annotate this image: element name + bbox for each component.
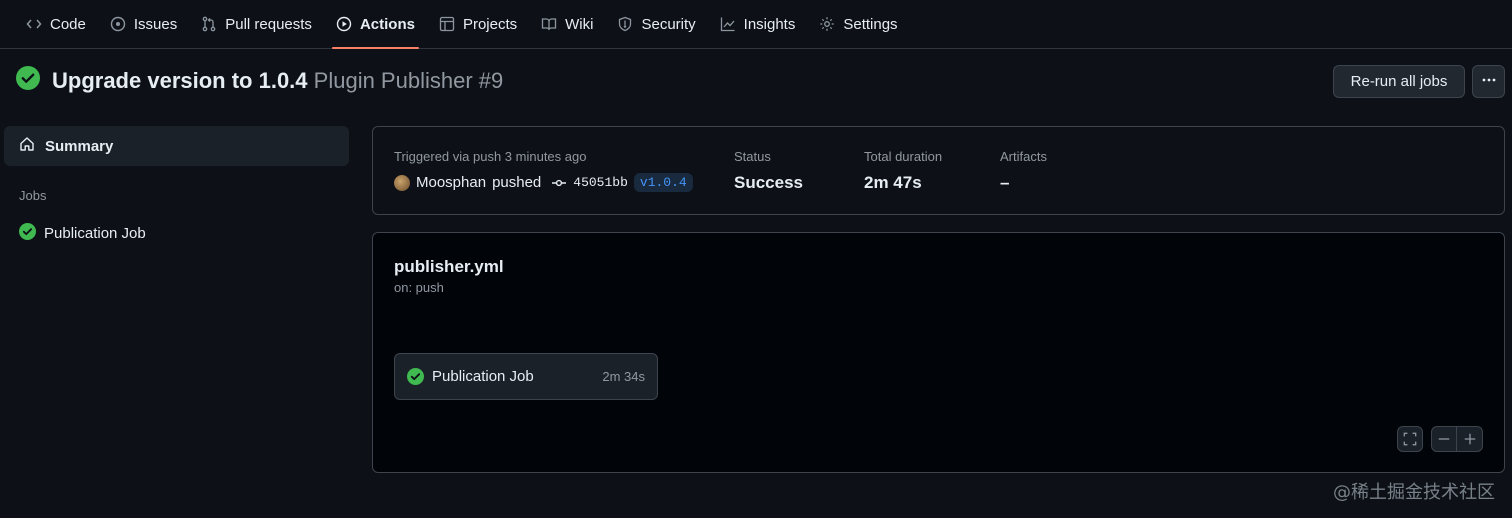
tab-label: Settings [843,15,898,33]
commit-sha-link[interactable]: 45051bb [573,175,628,190]
tab-actions[interactable]: Actions [324,0,427,49]
plus-icon [1463,432,1477,446]
graph-icon [720,16,736,32]
tab-security[interactable]: Security [605,0,707,48]
table-icon [439,16,455,32]
shield-icon [617,16,633,32]
run-workflow-name: Plugin Publisher #9 [313,67,504,93]
tag-badge[interactable]: v1.0.4 [633,173,693,192]
book-icon [541,16,557,32]
tab-label: Projects [462,15,518,33]
repo-nav: Code Issues Pull requests Actions Projec… [0,0,1512,49]
tab-insights[interactable]: Insights [708,0,808,48]
trigger-text: Triggered via push 3 minutes ago [394,149,587,164]
status-value: Success [734,173,803,192]
workflow-file-name[interactable]: publisher.yml [394,257,504,277]
success-check-icon [19,223,36,244]
tab-wiki[interactable]: Wiki [529,0,605,48]
duration-label: Total duration [864,149,943,164]
tab-projects[interactable]: Projects [427,0,529,48]
workflow-graph-panel: publisher.yml on: push Publication Job 2… [372,232,1505,473]
sidebar-item-summary[interactable]: Summary [4,126,349,166]
zoom-out-button[interactable] [1431,426,1457,452]
success-check-icon [16,66,40,95]
sidebar-summary-label: Summary [45,137,114,155]
run-header: Upgrade version to 1.0.4 Plugin Publishe… [16,66,503,95]
job-node-label: Publication Job [432,368,534,385]
run-sidebar: Summary Jobs Publication Job [4,126,349,244]
artifacts-value: – [1000,173,1010,192]
tab-settings[interactable]: Settings [807,0,909,48]
sidebar-job-label: Publication Job [44,225,146,242]
run-summary-panel: Triggered via push 3 minutes ago Moospha… [372,126,1505,215]
job-node-duration: 2m 34s [602,369,645,384]
pull-request-icon [201,16,217,32]
rerun-label: Re-run all jobs [1350,73,1448,90]
more-options-button[interactable] [1472,65,1505,98]
kebab-horizontal-icon [1481,72,1497,92]
workflow-trigger: on: push [394,280,444,295]
tab-label: Issues [133,15,178,33]
success-check-icon [407,368,424,385]
duration-value: 2m 47s [864,173,922,192]
tab-code[interactable]: Code [14,0,98,48]
tab-label: Insights [743,15,796,33]
tab-pull-requests[interactable]: Pull requests [189,0,324,48]
tab-issues[interactable]: Issues [98,0,189,48]
rerun-all-jobs-button[interactable]: Re-run all jobs [1333,65,1465,98]
avatar[interactable] [394,174,410,191]
status-label: Status [734,149,771,164]
issue-icon [110,16,126,32]
tab-label: Pull requests [225,15,312,33]
run-commit-message: Upgrade version to 1.0.4 [52,67,308,93]
fullscreen-icon [1403,432,1417,446]
sidebar-jobs-heading: Jobs [19,188,47,203]
artifacts-label: Artifacts [1000,149,1047,164]
watermark: @稀土掘金技术社区 [1333,482,1495,503]
gear-icon [819,16,835,32]
run-title: Upgrade version to 1.0.4 Plugin Publishe… [52,68,503,94]
home-icon [19,136,35,156]
sidebar-item-publication-job[interactable]: Publication Job [4,223,349,244]
tab-label: Wiki [565,15,594,33]
play-icon [336,16,352,32]
tab-label: Security [641,15,696,33]
action-text: pushed [492,174,542,191]
minus-icon [1437,432,1451,446]
zoom-in-button[interactable] [1457,426,1483,452]
tab-label: Code [50,15,86,33]
code-icon [26,16,42,32]
fullscreen-button[interactable] [1397,426,1423,452]
job-node-publication-job[interactable]: Publication Job 2m 34s [394,353,658,400]
commit-icon [551,175,567,191]
tab-label: Actions [359,15,415,33]
trigger-details: Moosphan pushed 45051bb v1.0.4 [394,173,693,192]
actor-link[interactable]: Moosphan [416,174,486,191]
